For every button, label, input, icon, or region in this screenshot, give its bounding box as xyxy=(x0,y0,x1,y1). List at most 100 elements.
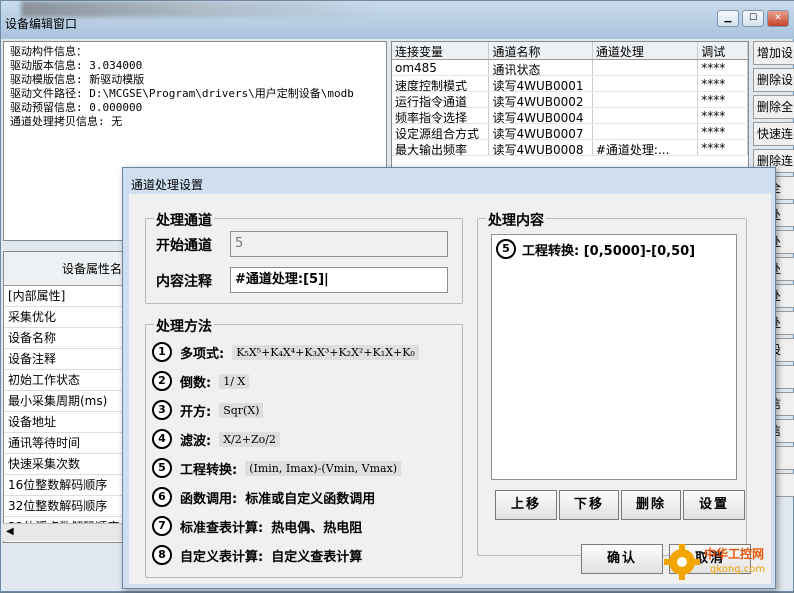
channel-processing-dialog: 通道处理设置 处理通道 开始通道 5 内容注释 #通道处理:[5]| 处理方法 … xyxy=(122,167,776,589)
content-note-label: 内容注释 xyxy=(156,274,212,290)
group-processing-method: 处理方法 1 多项式: K₅X⁵+K₄X⁴+K₃X³+K₂X²+K₁X+K₀ 2 倒数:… xyxy=(145,316,463,578)
property-row[interactable]: 初始工作状态 xyxy=(4,370,126,391)
info-line: 通道处理拷贝信息: 无 xyxy=(10,115,123,128)
side-button[interactable]: 删除设 xyxy=(753,68,794,92)
table-cell: **** xyxy=(698,124,748,139)
info-line: 驱动文件路径: D:\MCGSE\Program\drivers\用户定制设备\… xyxy=(10,87,354,100)
method-name: 倒数: xyxy=(180,375,212,391)
info-line: 驱动版本信息: 3.034000 xyxy=(10,59,143,72)
delete-button[interactable]: 删除 xyxy=(621,490,681,520)
side-button[interactable]: 删除全 xyxy=(753,95,794,119)
method-row[interactable]: 7 标准查表计算: 热电偶、热电阻 xyxy=(152,515,362,537)
side-button[interactable]: 增加设 xyxy=(753,41,794,65)
table-header-row: 连接变量 通道名称 通道处理 调试 xyxy=(392,42,748,60)
column-header[interactable]: 调试 xyxy=(698,42,748,59)
table-cell: **** xyxy=(698,60,748,75)
table-cell: 读写4WUB0002 xyxy=(489,92,593,107)
list-item[interactable]: 5 工程转换: [0,5000]-[0,50] xyxy=(496,239,695,259)
channel-table: 连接变量 通道名称 通道处理 调试 om485 通讯状态 **** 速度控制模式 读写4WUB0… xyxy=(391,41,749,171)
property-row[interactable]: 通讯等待时间 xyxy=(4,433,126,454)
column-header[interactable]: 连接变量 xyxy=(392,42,490,59)
minimize-icon[interactable]: ▁ xyxy=(717,10,739,27)
table-cell xyxy=(593,108,699,123)
method-description: 自定义查表计算 xyxy=(271,549,363,565)
method-row[interactable]: 3 开方: Sqr(X) xyxy=(152,399,264,421)
method-name: 开方: xyxy=(180,404,212,420)
method-name: 滤波: xyxy=(180,433,212,449)
dialog-body: 处理通道 开始通道 5 内容注释 #通道处理:[5]| 处理方法 1 多项式: K₅… xyxy=(129,194,771,584)
side-button[interactable]: 快速连 xyxy=(753,122,794,146)
property-row[interactable]: 最小采集周期(ms) xyxy=(4,391,126,412)
method-description: 标准或自定义函数调用 xyxy=(245,491,376,507)
window-title: 设备编辑窗口 xyxy=(5,17,78,31)
table-cell: 最大输出频率 xyxy=(392,140,490,155)
method-formula: 1/ X xyxy=(219,373,250,389)
table-cell: #通道处理:... xyxy=(593,140,699,155)
method-formula: X/2+Zo/2 xyxy=(219,431,280,447)
start-channel-label: 开始通道 xyxy=(156,238,212,254)
close-icon[interactable]: ✕ xyxy=(767,10,789,27)
method-row[interactable]: 4 滤波: X/2+Zo/2 xyxy=(152,428,280,450)
method-row[interactable]: 8 自定义表计算: 自定义查表计算 xyxy=(152,544,362,566)
column-header[interactable]: 通道名称 xyxy=(489,42,593,59)
table-row[interactable]: 频率指令选择 读写4WUB0004 **** xyxy=(392,108,748,124)
info-line: 驱动模版信息: 新驱动模版 xyxy=(10,73,145,86)
content-note-field[interactable]: #通道处理:[5]| xyxy=(230,267,448,293)
property-row[interactable]: 设备注释 xyxy=(4,349,126,370)
start-channel-field[interactable]: 5 xyxy=(230,231,448,257)
property-row[interactable]: 设备地址 xyxy=(4,412,126,433)
table-row[interactable]: 最大输出频率 读写4WUB0008 #通道处理:... **** xyxy=(392,140,748,156)
number-badge-icon: 7 xyxy=(152,516,172,536)
table-cell: 设定源组合方式 xyxy=(392,124,490,139)
method-row[interactable]: 6 函数调用: 标准或自定义函数调用 xyxy=(152,486,375,508)
dialog-title: 通道处理设置 xyxy=(131,178,204,192)
list-item-text: 工程转换: [0,5000]-[0,50] xyxy=(522,243,696,259)
table-cell: 读写4WUB0007 xyxy=(489,124,593,139)
table-row[interactable]: 运行指令通道 读写4WUB0002 **** xyxy=(392,92,748,108)
table-cell: **** xyxy=(698,92,748,107)
table-row[interactable]: 速度控制模式 读写4WUB0001 **** xyxy=(392,76,748,92)
property-row[interactable]: 快速采集次数 xyxy=(4,454,126,475)
horizontal-scrollbar[interactable]: ◀ xyxy=(3,523,127,541)
property-row[interactable]: 32位整数解码顺序 xyxy=(4,496,126,517)
method-formula: (Imin, Imax)-(Vmin, Vmax) xyxy=(245,460,402,476)
device-properties-panel: 设备属性名 [内部属性] 采集优化 设备名称 设备注释 初始工作状态 最小采集周期(ms)… xyxy=(3,251,127,543)
properties-header: 设备属性名 xyxy=(4,252,126,286)
column-header[interactable]: 通道处理 xyxy=(593,42,699,59)
info-line: 驱动构件信息： xyxy=(10,45,87,58)
table-cell xyxy=(593,60,699,75)
method-name: 自定义表计算: xyxy=(180,549,264,565)
table-cell xyxy=(593,92,699,107)
method-description: 热电偶、热电阻 xyxy=(271,520,363,536)
group-method-label: 处理方法 xyxy=(154,316,214,336)
property-row[interactable]: [内部属性] xyxy=(4,286,126,307)
settings-button[interactable]: 设置 xyxy=(683,490,745,520)
confirm-button[interactable]: 确认 xyxy=(581,544,663,574)
table-row[interactable]: om485 通讯状态 **** xyxy=(392,60,748,76)
table-cell: 速度控制模式 xyxy=(392,76,490,91)
table-row[interactable]: 设定源组合方式 读写4WUB0007 **** xyxy=(392,124,748,140)
property-row[interactable]: 设备名称 xyxy=(4,328,126,349)
table-cell: om485 xyxy=(392,60,490,75)
move-up-button[interactable]: 上移 xyxy=(495,490,557,520)
table-cell xyxy=(593,124,699,139)
property-row[interactable]: 16位整数解码顺序 xyxy=(4,475,126,496)
move-down-button[interactable]: 下移 xyxy=(559,490,619,520)
info-line: 驱动预留信息: 0.000000 xyxy=(10,101,143,114)
number-badge-icon: 2 xyxy=(152,371,172,391)
scroll-left-icon[interactable]: ◀ xyxy=(6,526,14,537)
table-cell xyxy=(593,76,699,91)
maximize-icon[interactable]: ☐ xyxy=(742,10,764,27)
method-name: 多项式: xyxy=(180,346,225,362)
method-row[interactable]: 1 多项式: K₅X⁵+K₄X⁴+K₃X³+K₂X²+K₁X+K₀ xyxy=(152,341,419,363)
method-name: 工程转换: xyxy=(180,462,238,478)
group-content-label: 处理内容 xyxy=(486,210,546,230)
table-cell: 读写4WUB0001 xyxy=(489,76,593,91)
number-badge-icon: 1 xyxy=(152,342,172,362)
method-row[interactable]: 2 倒数: 1/ X xyxy=(152,370,250,392)
processing-content-list[interactable]: 5 工程转换: [0,5000]-[0,50] xyxy=(491,234,737,480)
table-cell: 通讯状态 xyxy=(489,60,593,75)
method-name: 函数调用: xyxy=(180,491,238,507)
property-row[interactable]: 采集优化 xyxy=(4,307,126,328)
method-row[interactable]: 5 工程转换: (Imin, Imax)-(Vmin, Vmax) xyxy=(152,457,402,479)
